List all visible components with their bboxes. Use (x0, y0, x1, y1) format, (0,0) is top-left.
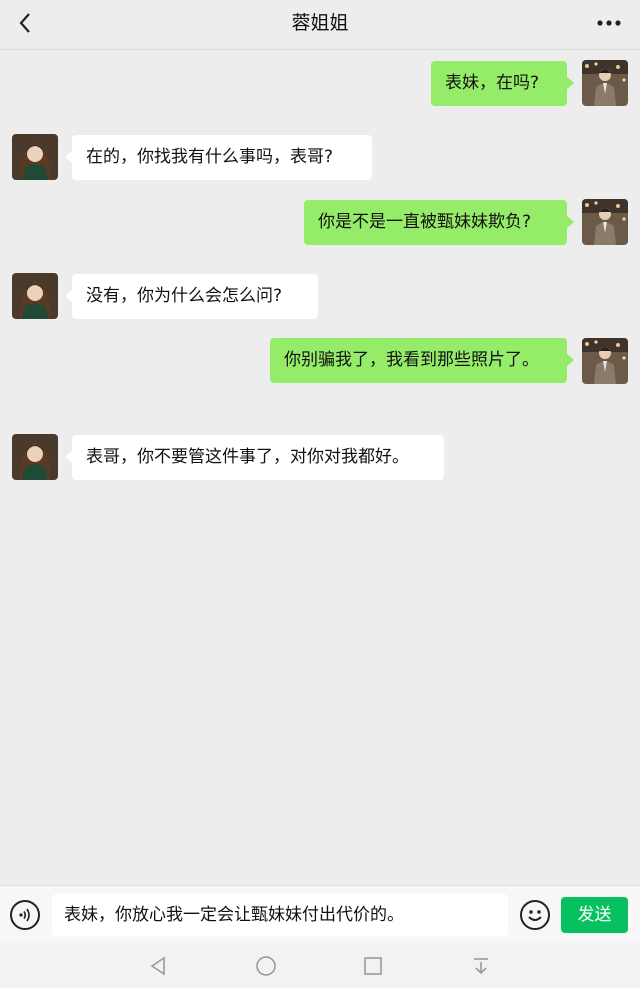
contact-avatar[interactable] (12, 134, 58, 180)
more-dots-icon (597, 20, 621, 26)
home-circle-icon (256, 956, 276, 976)
emoji-button[interactable] (520, 900, 550, 930)
chat-header: 蓉姐姐 (0, 0, 640, 50)
input-bar: 表妹，你放心我一定会让甄妹妹付出代价的。 发送 (0, 885, 640, 943)
more-button[interactable] (592, 8, 626, 38)
nav-recents-button[interactable] (358, 951, 388, 981)
message-bubble-received[interactable]: 表哥，你不要管这件事了，对你对我都好。 (65, 435, 444, 480)
chat-title: 蓉姐姐 (291, 12, 349, 34)
send-button[interactable]: 发送 (561, 897, 628, 933)
voice-button[interactable] (10, 900, 40, 930)
contact-avatar[interactable] (12, 273, 58, 319)
message-bubble-received[interactable]: 没有，你为什么会怎么问? (65, 274, 318, 319)
back-triangle-icon (150, 956, 165, 976)
my-avatar[interactable] (582, 199, 628, 245)
voice-icon (19, 908, 30, 922)
contact-avatar[interactable] (12, 434, 58, 480)
download-icon (474, 958, 488, 975)
nav-home-button[interactable] (251, 951, 281, 981)
message-bubble-sent[interactable]: 你别骗我了，我看到那些照片了。 (270, 338, 574, 383)
message-bubble-received[interactable]: 在的，你找我有什么事吗，表哥? (65, 135, 372, 180)
message-input[interactable]: 表妹，你放心我一定会让甄妹妹付出代价的。 (52, 894, 508, 936)
nav-back-button[interactable] (143, 951, 173, 981)
system-nav-bar (0, 943, 640, 988)
message-bubble-sent[interactable]: 你是不是一直被甄妹妹欺负? (304, 200, 574, 245)
my-avatar[interactable] (582, 60, 628, 106)
emoji-icon (528, 910, 542, 921)
nav-download-button[interactable] (466, 951, 496, 981)
recents-square-icon (364, 957, 382, 975)
message-bubble-sent[interactable]: 表妹，在吗? (431, 61, 574, 106)
my-avatar[interactable] (582, 338, 628, 384)
